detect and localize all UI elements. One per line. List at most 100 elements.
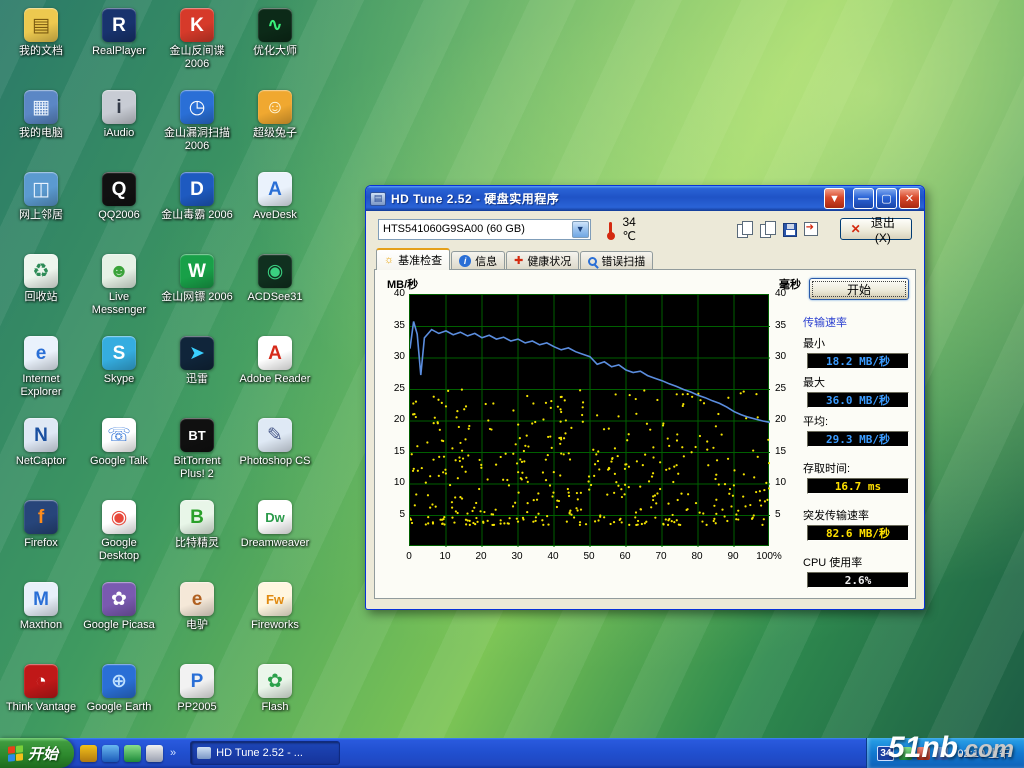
- copy-screenshot-icon[interactable]: [737, 221, 753, 237]
- plot-area: [409, 294, 769, 546]
- quicklaunch-icon-2[interactable]: [102, 745, 119, 762]
- exit-button[interactable]: ✕ 退出(X): [840, 218, 912, 240]
- icon-glyph: ◔: [24, 664, 58, 698]
- desktop-icon-RealPlayer[interactable]: RRealPlayer: [82, 8, 156, 58]
- quicklaunch-icon-1[interactable]: [80, 745, 97, 762]
- transfer-rate-title: 传输速率: [803, 314, 909, 330]
- icon-label: Dreamweaver: [238, 537, 312, 550]
- quicklaunch-icon-3[interactable]: [124, 745, 141, 762]
- icon-glyph: M: [24, 582, 58, 616]
- y-tick: 40: [775, 288, 799, 299]
- icon-glyph: ◉: [258, 254, 292, 288]
- x-tick: 50: [583, 551, 594, 562]
- desktop-icon-Live-Messenger[interactable]: ☻Live Messenger: [82, 254, 156, 316]
- desktop-icon-Dreamweaver[interactable]: DwDreamweaver: [238, 500, 312, 550]
- desktop-icon-Google-Earth[interactable]: ⊕Google Earth: [82, 664, 156, 714]
- y-tick: 40: [381, 288, 405, 299]
- desktop-icon-Internet-Explorer[interactable]: eInternet Explorer: [4, 336, 78, 398]
- desktop-icon-超级兔子[interactable]: ☺超级兔子: [238, 90, 312, 140]
- icon-glyph: ✿: [258, 664, 292, 698]
- desktop-icon-ACDSee31[interactable]: ◉ACDSee31: [238, 254, 312, 304]
- desktop-icon-BitTorrent-Plus-2[interactable]: BTBitTorrent Plus! 2: [160, 418, 234, 480]
- max-transfer-value: 36.0 MB/秒: [807, 392, 909, 408]
- quicklaunch-expand-chevron[interactable]: »: [168, 747, 178, 759]
- desktop-icon-Think-Vantage[interactable]: ◔Think Vantage: [4, 664, 78, 714]
- tab-health[interactable]: ✚ 健康状况: [506, 251, 579, 270]
- tab-error-scan[interactable]: 错误扫描: [580, 251, 653, 270]
- quicklaunch-icon-4[interactable]: [146, 745, 163, 762]
- desktop-icon-我的电脑[interactable]: ▦我的电脑: [4, 90, 78, 140]
- desktop-icon-AveDesk[interactable]: AAveDesk: [238, 172, 312, 222]
- desktop-icon-PP2005[interactable]: PPP2005: [160, 664, 234, 714]
- desktop-icon-金山网镖-2006[interactable]: W金山网镖 2006: [160, 254, 234, 304]
- desktop-icon-Maxthon[interactable]: M Maxthon: [4, 582, 78, 632]
- y-tick: 5: [775, 509, 799, 520]
- desktop-icon-Google-Desktop[interactable]: ◉Google Desktop: [82, 500, 156, 562]
- export-icon[interactable]: [804, 222, 818, 236]
- y-tick: 25: [775, 383, 799, 394]
- desktop-icon-Flash[interactable]: ✿ Flash: [238, 664, 312, 714]
- desktop-icon-电驴[interactable]: e电驴: [160, 582, 234, 632]
- x-tick: 90: [727, 551, 738, 562]
- icon-label: Maxthon: [4, 619, 78, 632]
- icon-glyph: Q: [102, 172, 136, 206]
- y-tick: 15: [775, 446, 799, 457]
- titlebar[interactable]: ▤ HD Tune 2.52 - 硬盘实用程序 ▼ — ▢ ✕: [366, 186, 924, 211]
- desktop-icon-Photoshop-CS[interactable]: ✎Photoshop CS: [238, 418, 312, 468]
- start-benchmark-button[interactable]: 开始: [809, 278, 909, 300]
- desktop-icon-Firefox[interactable]: fFirefox: [4, 500, 78, 550]
- info-icon: i: [459, 255, 471, 267]
- tab-benchmark-label: 基准检查: [398, 252, 442, 268]
- desktop-icon-NetCaptor[interactable]: NNetCaptor: [4, 418, 78, 468]
- skin-menu-button[interactable]: ▼: [824, 188, 845, 209]
- desktop-icon-Adobe-Reader[interactable]: AAdobe Reader: [238, 336, 312, 386]
- taskbar-task-hdtune[interactable]: HD Tune 2.52 - ...: [190, 741, 340, 765]
- desktop-icon-金山漏洞扫描-2006[interactable]: ◷金山漏洞扫描 2006: [160, 90, 234, 152]
- desktop-icon-金山毒霸-2006[interactable]: D金山毒霸 2006: [160, 172, 234, 222]
- x-tick: 70: [655, 551, 666, 562]
- y-tick: 5: [381, 509, 405, 520]
- y-tick: 10: [381, 477, 405, 488]
- desktop-icon-QQ2006[interactable]: QQQ2006: [82, 172, 156, 222]
- icon-glyph: ☏: [102, 418, 136, 452]
- cpu-usage-value: 2.6%: [807, 572, 909, 588]
- tab-benchmark[interactable]: ☼ 基准检查: [376, 248, 450, 270]
- desktop-icon-Google-Picasa[interactable]: ✿Google Picasa: [82, 582, 156, 632]
- desktop-icon-金山反间谍-2006[interactable]: K金山反间谍 2006: [160, 8, 234, 70]
- tab-info[interactable]: i 信息: [451, 251, 505, 270]
- desktop-icon-Skype[interactable]: SSkype: [82, 336, 156, 386]
- minimize-button[interactable]: —: [853, 188, 874, 209]
- watermark-bold: 51nb: [888, 731, 958, 764]
- desktop-icon-Fireworks[interactable]: FwFireworks: [238, 582, 312, 632]
- start-menu-button[interactable]: 开始: [0, 738, 74, 768]
- copy-text-icon[interactable]: [760, 221, 776, 237]
- access-time-value: 16.7 ms: [807, 478, 909, 494]
- drive-select[interactable]: HTS541060G9SA00 (60 GB) ▼: [378, 219, 591, 240]
- icon-label: Google Desktop: [82, 537, 156, 562]
- icon-label: Google Earth: [82, 701, 156, 714]
- desktop-icon-iAudio[interactable]: iiAudio: [82, 90, 156, 140]
- x-tick: 60: [619, 551, 630, 562]
- desktop-icon-回收站[interactable]: ♻回收站: [4, 254, 78, 304]
- benchmark-icon: ☼: [384, 255, 394, 266]
- desktop-icon-网上邻居[interactable]: ◫网上邻居: [4, 172, 78, 222]
- desktop-icon-Google-Talk[interactable]: ☏Google Talk: [82, 418, 156, 468]
- close-button[interactable]: ✕: [899, 188, 920, 209]
- icon-glyph: D: [180, 172, 214, 206]
- desktop-icon-我的文档[interactable]: ▤我的文档: [4, 8, 78, 58]
- chevron-down-icon[interactable]: ▼: [572, 221, 589, 238]
- desktop-icon-比特精灵[interactable]: B 比特精灵: [160, 500, 234, 550]
- icon-label: 我的电脑: [4, 127, 78, 140]
- save-screenshot-icon[interactable]: [783, 223, 797, 237]
- icon-label: Skype: [82, 373, 156, 386]
- maximize-button[interactable]: ▢: [876, 188, 897, 209]
- icon-label: PP2005: [160, 701, 234, 714]
- icon-label: 超级兔子: [238, 127, 312, 140]
- icon-label: Flash: [238, 701, 312, 714]
- desktop-icon-迅雷[interactable]: ➤迅雷: [160, 336, 234, 386]
- icon-label: 比特精灵: [160, 537, 234, 550]
- icon-glyph: B: [180, 500, 214, 534]
- icon-label: Live Messenger: [82, 291, 156, 316]
- desktop-icon-优化大师[interactable]: ∿优化大师: [238, 8, 312, 58]
- benchmark-tabpage: MB/秒 毫秒 403530252015105 403530252015105 …: [374, 269, 916, 599]
